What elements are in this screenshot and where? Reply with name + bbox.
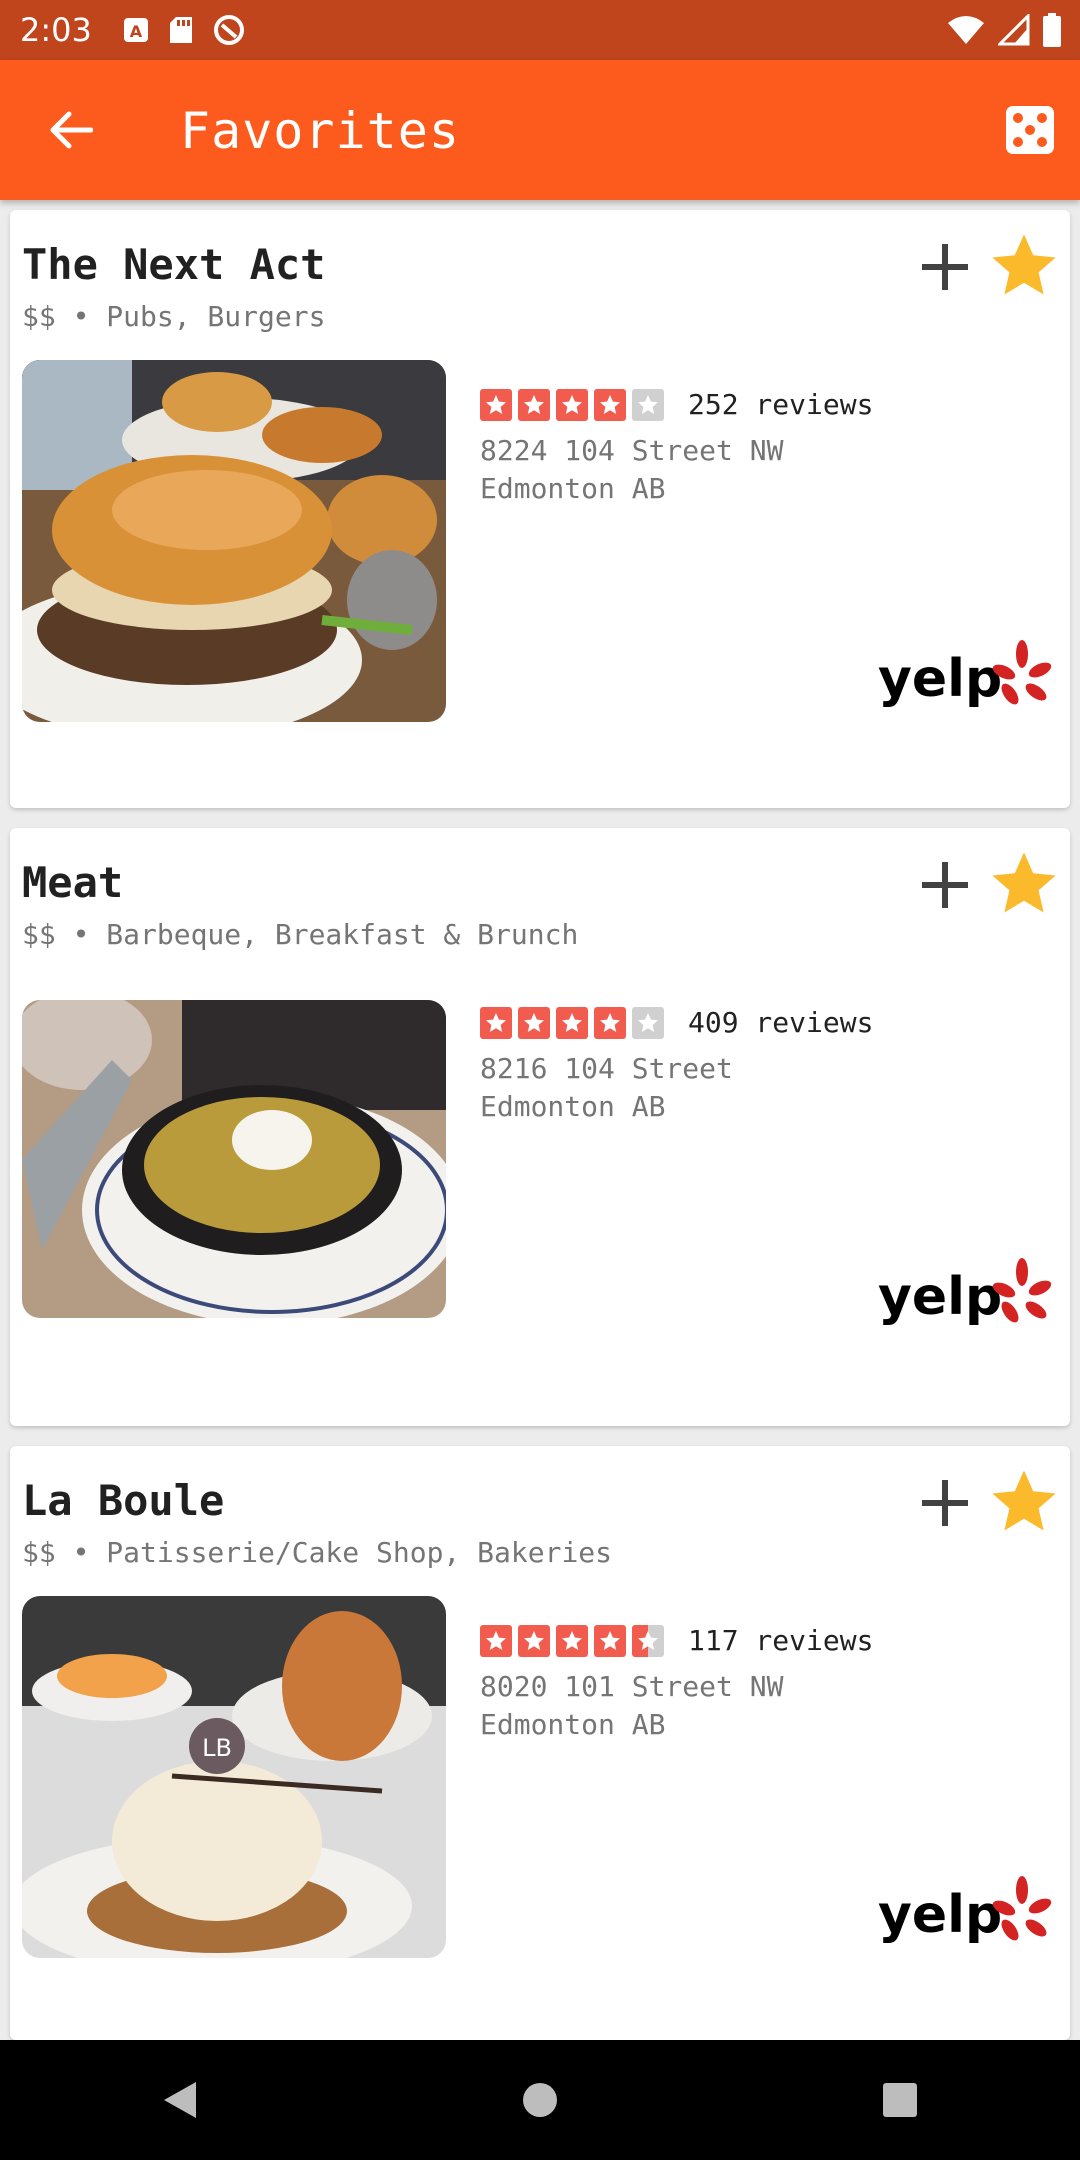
rating-star-icon: [518, 1624, 550, 1657]
address-line-1: 8216 104 Street: [480, 1052, 733, 1085]
app-bar: Favorites: [0, 60, 1080, 200]
restaurant-name: La Boule: [22, 1476, 225, 1525]
status-time: 2:03: [20, 11, 92, 49]
svg-text:LB: LB: [202, 1734, 232, 1762]
rating-star-icon: [556, 388, 588, 421]
back-button[interactable]: [36, 100, 106, 160]
skillet-photo[interactable]: [22, 1000, 446, 1318]
yelp-logo[interactable]: yelp: [878, 1870, 1058, 1956]
random-dice-button[interactable]: [1004, 104, 1056, 156]
circle-slash-icon: [213, 15, 244, 45]
favorite-star-icon[interactable]: [986, 846, 1062, 922]
rating-stars: 409 reviews: [480, 1006, 873, 1039]
sd-card-icon: [169, 17, 192, 43]
yelp-logo[interactable]: yelp: [878, 1252, 1058, 1338]
address-line-1: 8020 101 Street NW: [480, 1670, 784, 1703]
restaurant-categories: $$ • Patisserie/Cake Shop, Bakeries: [22, 1536, 613, 1569]
rating-star-icon: [594, 1624, 626, 1657]
system-nav-bar: [0, 2040, 1080, 2160]
review-count: 409 reviews: [688, 1006, 874, 1039]
system-icons: [946, 0, 1062, 60]
restaurant-categories: $$ • Pubs, Burgers: [22, 300, 326, 333]
restaurant-categories: $$ • Barbeque, Breakfast & Brunch: [22, 918, 579, 951]
add-icon[interactable]: [910, 1468, 980, 1538]
keyboard-a-icon: A: [123, 18, 148, 42]
nav-home-button[interactable]: [495, 2055, 585, 2145]
favorite-star-icon[interactable]: [986, 1464, 1062, 1540]
square-recents-icon: [883, 2083, 917, 2117]
restaurant-card[interactable]: Meat $$ • Barbeque, Breakfast & Brunch 4…: [10, 828, 1070, 1426]
rating-stars: 252 reviews: [480, 388, 873, 421]
address-line-1: 8224 104 Street NW: [480, 434, 784, 467]
address-line-2: Edmonton AB: [480, 1090, 666, 1123]
pastry-photo[interactable]: LB: [22, 1596, 446, 1958]
page-title: Favorites: [180, 102, 460, 160]
rating-star-empty-icon: [632, 1006, 664, 1039]
rating-star-icon: [518, 388, 550, 421]
battery-icon: [1043, 13, 1061, 47]
restaurant-card[interactable]: The Next Act $$ • Pubs, Burgers 252 revi…: [10, 210, 1070, 808]
address-line-2: Edmonton AB: [480, 1708, 666, 1741]
dice-icon: [1006, 106, 1054, 154]
add-icon[interactable]: [910, 232, 980, 302]
rating-star-icon: [480, 1624, 512, 1657]
svg-text:yelp: yelp: [878, 1885, 1002, 1945]
rating-stars: 117 reviews: [480, 1624, 873, 1657]
add-icon[interactable]: [910, 850, 980, 920]
restaurant-name: The Next Act: [22, 240, 326, 289]
rating-star-icon: [594, 388, 626, 421]
svg-text:yelp: yelp: [878, 649, 1002, 709]
wifi-icon: [948, 16, 984, 44]
review-count: 117 reviews: [688, 1624, 874, 1657]
rating-star-icon: [518, 1006, 550, 1039]
rating-star-half-icon: [632, 1624, 664, 1657]
cell-signal-icon: [998, 14, 1030, 46]
rating-star-icon: [480, 1006, 512, 1039]
favorite-star-icon[interactable]: [986, 228, 1062, 304]
restaurant-name: Meat: [22, 858, 124, 907]
nav-recents-button[interactable]: [855, 2055, 945, 2145]
rating-star-empty-icon: [632, 388, 664, 421]
status-bar: 2:03 A: [0, 0, 1080, 60]
burger-photo[interactable]: [22, 360, 446, 722]
triangle-back-icon: [164, 2082, 196, 2118]
rating-star-icon: [556, 1624, 588, 1657]
notification-icons: A: [122, 13, 246, 47]
restaurant-card[interactable]: La Boule $$ • Patisserie/Cake Shop, Bake…: [10, 1446, 1070, 2040]
rating-star-icon: [556, 1006, 588, 1039]
svg-text:A: A: [130, 22, 143, 41]
svg-text:yelp: yelp: [878, 1267, 1002, 1327]
circle-home-icon: [523, 2083, 557, 2117]
arrow-back-icon: [50, 111, 93, 149]
address-line-2: Edmonton AB: [480, 472, 666, 505]
rating-star-icon: [480, 388, 512, 421]
review-count: 252 reviews: [688, 388, 874, 421]
rating-star-icon: [594, 1006, 626, 1039]
nav-back-button[interactable]: [135, 2055, 225, 2145]
yelp-logo[interactable]: yelp: [878, 634, 1058, 720]
